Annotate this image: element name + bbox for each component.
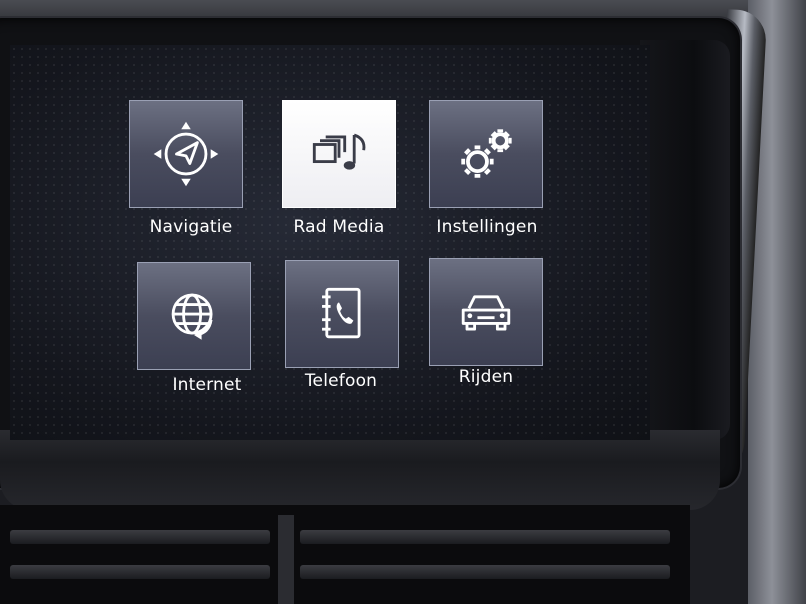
internet-label: Internet <box>172 375 242 395</box>
vent-slat <box>300 565 670 579</box>
internet-globe-icon <box>171 293 213 340</box>
navigation-label: Navigatie <box>149 217 233 237</box>
internet-tile[interactable] <box>138 263 250 369</box>
phone-tile[interactable] <box>286 261 398 367</box>
phone-book-icon <box>322 287 361 339</box>
driving-tile[interactable] <box>430 259 542 365</box>
settings-tile[interactable] <box>430 101 542 207</box>
vent-slat <box>10 565 270 579</box>
media-label: Rad Media <box>293 217 385 237</box>
vent-divider <box>278 515 294 604</box>
vent-slat <box>10 530 270 544</box>
bezel-side <box>640 40 730 440</box>
car-icon <box>461 295 511 331</box>
navigation-tile[interactable] <box>130 101 242 207</box>
vent-slat <box>300 530 670 544</box>
phone-label: Telefoon <box>304 371 378 391</box>
media-music-icon <box>312 133 366 170</box>
navigation-compass-icon <box>153 121 219 187</box>
driving-label: Rijden <box>458 367 514 387</box>
infotainment-screen: Navigatie Rad Media Instellingen Interne… <box>10 45 650 440</box>
lower-dashboard <box>0 430 720 510</box>
settings-label: Instellingen <box>436 217 538 237</box>
media-tile[interactable] <box>283 101 395 207</box>
settings-gears-icon <box>461 129 512 178</box>
air-vents <box>0 505 690 604</box>
